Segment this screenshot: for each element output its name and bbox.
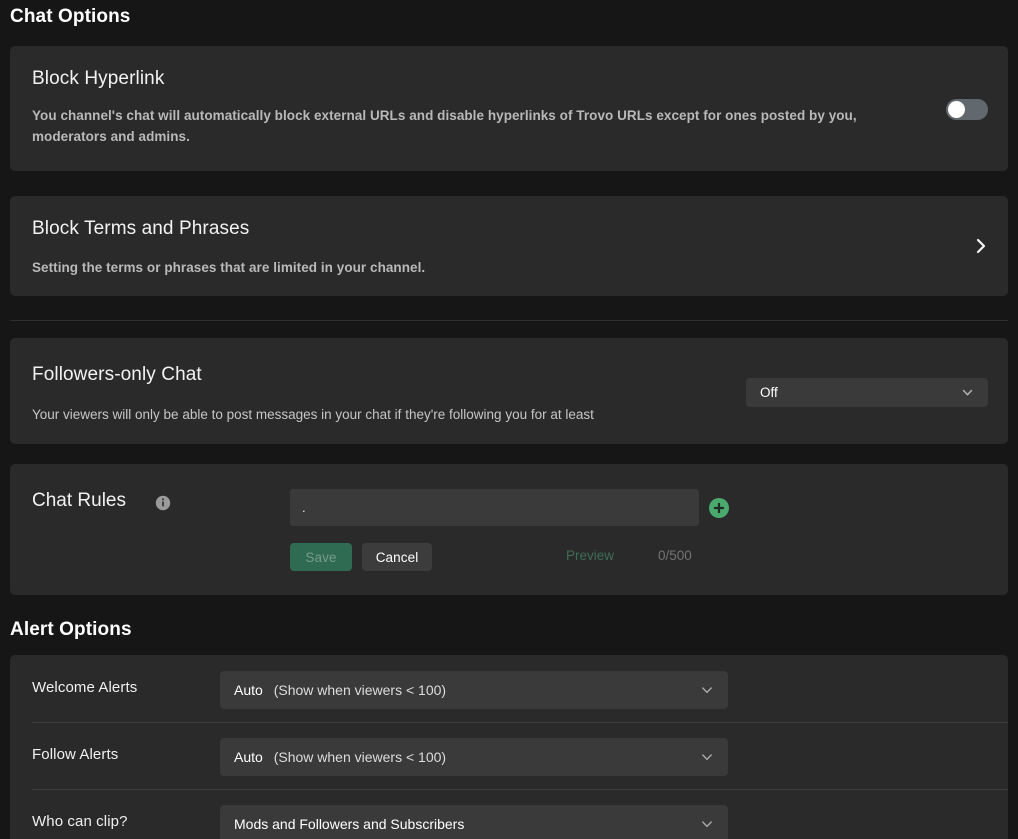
welcome-alerts-value-secondary: (Show when viewers < 100) <box>274 682 446 698</box>
block-hyperlink-title: Block Hyperlink <box>32 68 164 90</box>
block-terms-title: Block Terms and Phrases <box>32 218 249 240</box>
follow-alerts-value: Auto (Show when viewers < 100) <box>234 749 700 765</box>
chevron-right-icon[interactable] <box>974 235 988 257</box>
who-can-clip-value: Mods and Followers and Subscribers <box>234 816 700 832</box>
section-divider <box>10 320 1008 321</box>
alert-row-welcome: Welcome Alerts Auto (Show when viewers <… <box>10 655 1008 722</box>
chat-options-heading: Chat Options <box>10 6 130 28</box>
block-terms-description: Setting the terms or phrases that are li… <box>32 258 425 279</box>
block-hyperlink-card: Block Hyperlink You channel's chat will … <box>10 46 1008 171</box>
block-hyperlink-toggle[interactable] <box>946 99 988 120</box>
chat-rules-character-counter: 0/500 <box>658 548 692 563</box>
plus-circle-icon[interactable] <box>708 497 730 519</box>
alert-row-follow: Follow Alerts Auto (Show when viewers < … <box>10 722 1008 789</box>
welcome-alerts-select[interactable]: Auto (Show when viewers < 100) <box>220 671 728 709</box>
save-button[interactable]: Save <box>290 543 352 571</box>
follow-alerts-value-primary: Auto <box>234 749 263 765</box>
chat-rules-input[interactable] <box>290 489 699 526</box>
block-terms-card[interactable]: Block Terms and Phrases Setting the term… <box>10 196 1008 296</box>
block-hyperlink-description: You channel's chat will automatically bl… <box>32 106 912 148</box>
alert-row-who-can-clip: Who can clip? Mods and Followers and Sub… <box>10 789 1008 839</box>
followers-only-chat-card: Followers-only Chat Your viewers will on… <box>10 338 1008 444</box>
followers-only-description: Your viewers will only be able to post m… <box>32 405 594 425</box>
chevron-down-icon <box>700 817 714 831</box>
follow-alerts-label: Follow Alerts <box>32 746 118 763</box>
info-icon[interactable] <box>155 495 171 511</box>
chevron-down-icon <box>700 683 714 697</box>
chat-rules-card: Chat Rules Save Cancel Preview 0/500 <box>10 464 1008 595</box>
welcome-alerts-value-primary: Auto <box>234 682 263 698</box>
followers-only-duration-select[interactable]: Off <box>746 378 988 407</box>
alert-options-card: Welcome Alerts Auto (Show when viewers <… <box>10 655 1008 839</box>
followers-only-selected-value: Off <box>760 385 961 400</box>
followers-only-title: Followers-only Chat <box>32 364 202 386</box>
chat-rules-title: Chat Rules <box>32 490 126 512</box>
preview-link[interactable]: Preview <box>566 548 614 563</box>
welcome-alerts-value: Auto (Show when viewers < 100) <box>234 682 700 698</box>
who-can-clip-label: Who can clip? <box>32 813 128 830</box>
who-can-clip-select[interactable]: Mods and Followers and Subscribers <box>220 805 728 839</box>
follow-alerts-select[interactable]: Auto (Show when viewers < 100) <box>220 738 728 776</box>
toggle-knob <box>948 101 965 118</box>
chevron-down-icon <box>961 386 974 399</box>
cancel-button[interactable]: Cancel <box>362 543 432 571</box>
follow-alerts-value-secondary: (Show when viewers < 100) <box>274 749 446 765</box>
alert-options-heading: Alert Options <box>10 619 132 641</box>
chevron-down-icon <box>700 750 714 764</box>
welcome-alerts-label: Welcome Alerts <box>32 679 137 696</box>
chat-settings-page: Chat Options Block Hyperlink You channel… <box>0 0 1018 839</box>
